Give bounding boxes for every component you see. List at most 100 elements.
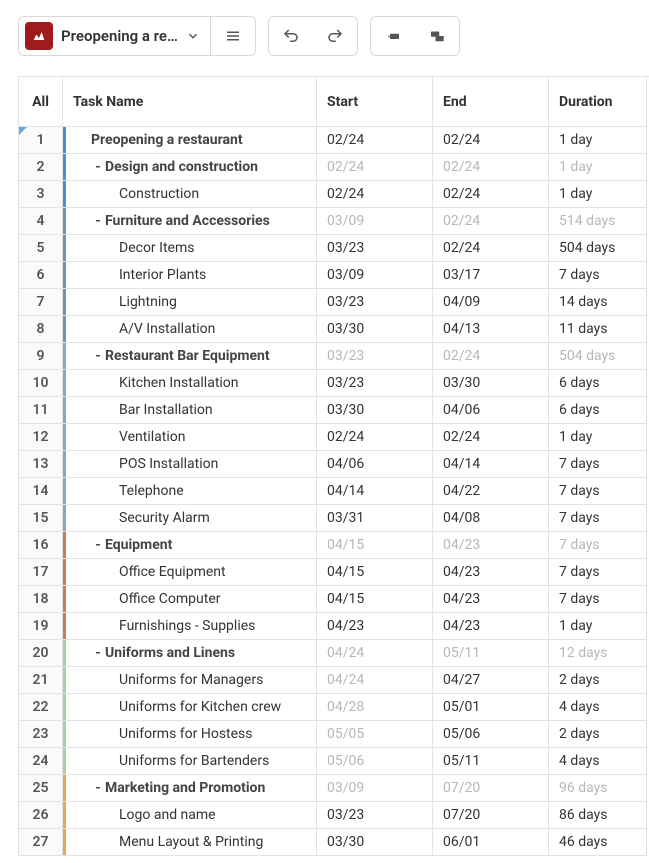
row-number[interactable]: 16 [19, 532, 63, 559]
duration-cell[interactable]: 7 days [549, 532, 647, 559]
start-date-cell[interactable]: 04/28 [317, 694, 433, 721]
menu-button[interactable] [211, 16, 255, 56]
end-date-cell[interactable]: 02/24 [433, 343, 549, 370]
start-date-cell[interactable]: 02/24 [317, 127, 433, 154]
start-date-cell[interactable]: 04/06 [317, 451, 433, 478]
duration-cell[interactable]: 12 days [549, 640, 647, 667]
start-date-cell[interactable]: 04/23 [317, 613, 433, 640]
table-row[interactable]: 19Furnishings - Supplies04/2304/231 day [19, 613, 649, 640]
header-task[interactable]: Task Name [63, 77, 317, 127]
task-name-cell[interactable]: Office Computer [63, 586, 317, 613]
start-date-cell[interactable]: 04/15 [317, 559, 433, 586]
start-date-cell[interactable]: 03/23 [317, 343, 433, 370]
end-date-cell[interactable]: 02/24 [433, 154, 549, 181]
table-row[interactable]: 24Uniforms for Bartenders05/0605/114 day… [19, 748, 649, 775]
table-row[interactable]: 26Logo and name03/2307/2086 days [19, 802, 649, 829]
table-row[interactable]: 8A/V Installation03/3004/1311 days [19, 316, 649, 343]
task-name-cell[interactable]: Construction [63, 181, 317, 208]
end-date-cell[interactable]: 03/17 [433, 262, 549, 289]
row-number[interactable]: 25 [19, 775, 63, 802]
task-name-cell[interactable]: -Design and construction [63, 154, 317, 181]
table-row[interactable]: 7Lightning03/2304/0914 days [19, 289, 649, 316]
task-name-cell[interactable]: -Equipment [63, 532, 317, 559]
row-number[interactable]: 27 [19, 829, 63, 856]
task-name-cell[interactable]: -Uniforms and Linens [63, 640, 317, 667]
row-number[interactable]: 11 [19, 397, 63, 424]
table-row[interactable]: 18Office Computer04/1504/237 days [19, 586, 649, 613]
end-date-cell[interactable]: 05/01 [433, 694, 549, 721]
end-date-cell[interactable]: 02/24 [433, 181, 549, 208]
table-row[interactable]: 27Menu Layout & Printing03/3006/0146 day… [19, 829, 649, 856]
start-date-cell[interactable]: 03/30 [317, 829, 433, 856]
task-name-cell[interactable]: Uniforms for Hostess [63, 721, 317, 748]
row-number[interactable]: 23 [19, 721, 63, 748]
start-date-cell[interactable]: 04/24 [317, 667, 433, 694]
end-date-cell[interactable]: 04/23 [433, 559, 549, 586]
duration-cell[interactable]: 11 days [549, 316, 647, 343]
start-date-cell[interactable]: 03/23 [317, 802, 433, 829]
end-date-cell[interactable]: 04/09 [433, 289, 549, 316]
duration-cell[interactable]: 1 day [549, 613, 647, 640]
table-row[interactable]: 16-Equipment04/1504/237 days [19, 532, 649, 559]
start-date-cell[interactable]: 03/23 [317, 370, 433, 397]
end-date-cell[interactable]: 05/11 [433, 640, 549, 667]
indent-button[interactable] [371, 16, 415, 56]
end-date-cell[interactable]: 04/27 [433, 667, 549, 694]
start-date-cell[interactable]: 05/06 [317, 748, 433, 775]
row-number[interactable]: 2 [19, 154, 63, 181]
task-name-cell[interactable]: Uniforms for Bartenders [63, 748, 317, 775]
row-number[interactable]: 5 [19, 235, 63, 262]
row-number[interactable]: 7 [19, 289, 63, 316]
end-date-cell[interactable]: 04/22 [433, 478, 549, 505]
row-number[interactable]: 12 [19, 424, 63, 451]
start-date-cell[interactable]: 03/23 [317, 235, 433, 262]
task-name-cell[interactable]: Kitchen Installation [63, 370, 317, 397]
duration-cell[interactable]: 7 days [549, 559, 647, 586]
end-date-cell[interactable]: 04/23 [433, 586, 549, 613]
task-name-cell[interactable]: Office Equipment [63, 559, 317, 586]
end-date-cell[interactable]: 02/24 [433, 127, 549, 154]
end-date-cell[interactable]: 04/08 [433, 505, 549, 532]
row-number[interactable]: 3 [19, 181, 63, 208]
header-end[interactable]: End [433, 77, 549, 127]
start-date-cell[interactable]: 03/23 [317, 289, 433, 316]
end-date-cell[interactable]: 03/30 [433, 370, 549, 397]
task-name-cell[interactable]: Interior Plants [63, 262, 317, 289]
table-row[interactable]: 17Office Equipment04/1504/237 days [19, 559, 649, 586]
start-date-cell[interactable]: 03/09 [317, 208, 433, 235]
duration-cell[interactable]: 4 days [549, 748, 647, 775]
row-number[interactable]: 17 [19, 559, 63, 586]
start-date-cell[interactable]: 04/24 [317, 640, 433, 667]
row-number[interactable]: 4 [19, 208, 63, 235]
row-number[interactable]: 24 [19, 748, 63, 775]
start-date-cell[interactable]: 04/14 [317, 478, 433, 505]
duration-cell[interactable]: 1 day [549, 424, 647, 451]
start-date-cell[interactable]: 03/30 [317, 316, 433, 343]
table-row[interactable]: 20-Uniforms and Linens04/2405/1112 days [19, 640, 649, 667]
table-row[interactable]: 15Security Alarm03/3104/087 days [19, 505, 649, 532]
row-number[interactable]: 21 [19, 667, 63, 694]
row-number[interactable]: 6 [19, 262, 63, 289]
row-number[interactable]: 8 [19, 316, 63, 343]
task-name-cell[interactable]: Logo and name [63, 802, 317, 829]
row-number[interactable]: 22 [19, 694, 63, 721]
end-date-cell[interactable]: 07/20 [433, 802, 549, 829]
row-number[interactable]: 13 [19, 451, 63, 478]
row-number[interactable]: 18 [19, 586, 63, 613]
end-date-cell[interactable]: 07/20 [433, 775, 549, 802]
row-number[interactable]: 10 [19, 370, 63, 397]
duration-cell[interactable]: 6 days [549, 370, 647, 397]
task-name-cell[interactable]: Decor Items [63, 235, 317, 262]
duration-cell[interactable]: 7 days [549, 451, 647, 478]
duration-cell[interactable]: 4 days [549, 694, 647, 721]
collapse-toggle[interactable]: - [93, 537, 103, 553]
table-row[interactable]: 10Kitchen Installation03/2303/306 days [19, 370, 649, 397]
collapse-toggle[interactable]: - [93, 780, 103, 796]
duration-cell[interactable]: 14 days [549, 289, 647, 316]
task-name-cell[interactable]: Ventilation [63, 424, 317, 451]
end-date-cell[interactable]: 05/11 [433, 748, 549, 775]
duration-cell[interactable]: 1 day [549, 181, 647, 208]
start-date-cell[interactable]: 02/24 [317, 424, 433, 451]
table-row[interactable]: 21Uniforms for Managers04/2404/272 days [19, 667, 649, 694]
start-date-cell[interactable]: 02/24 [317, 181, 433, 208]
